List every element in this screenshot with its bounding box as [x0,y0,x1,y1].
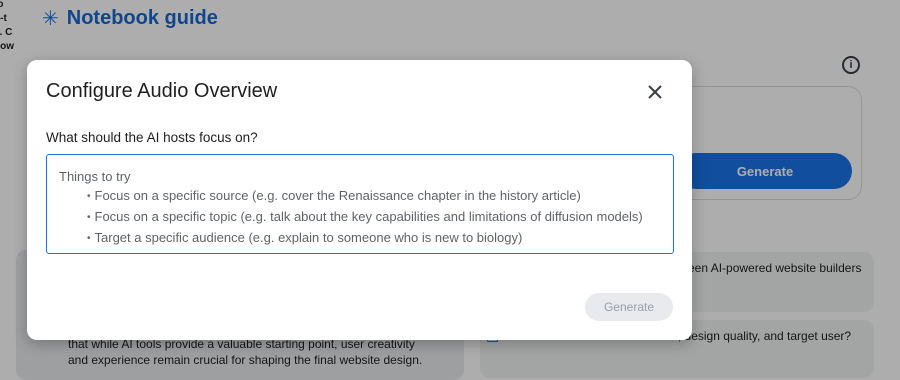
tips-list: Focus on a specific source (e.g. cover t… [59,186,661,249]
close-icon [648,85,662,99]
dialog-title: Configure Audio Overview [46,80,278,102]
configure-audio-dialog: Configure Audio Overview What should the… [27,60,692,340]
focus-textarea[interactable]: Things to try Focus on a specific source… [46,154,674,254]
tip-item: Focus on a specific topic (e.g. talk abo… [87,207,661,228]
tips-title: Things to try [59,169,131,184]
tip-item: Focus on a specific source (e.g. cover t… [87,186,661,207]
generate-button[interactable]: Generate [585,293,673,321]
tip-item: Target a specific audience (e.g. explain… [87,228,661,249]
close-button[interactable] [643,80,667,104]
focus-question-label: What should the AI hosts focus on? [46,130,258,145]
